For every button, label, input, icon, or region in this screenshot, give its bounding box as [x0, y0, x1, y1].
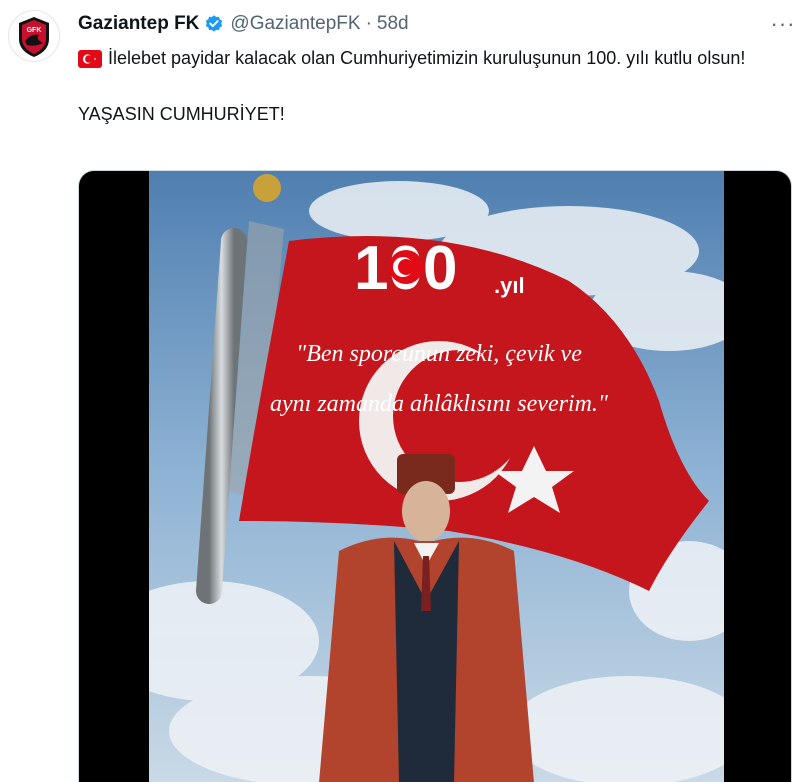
- quote-line1: "Ben sporcunun zeki, çevik ve: [296, 341, 582, 367]
- tweet-text-line2: YAŞASIN CUMHURİYET!: [78, 104, 285, 124]
- tweet-text: İlelebet payidar kalacak olan Cumhuriyet…: [78, 44, 778, 128]
- quote-line2: aynı zamanda ahlâklısını severim.": [270, 391, 609, 417]
- pole-finial: [253, 174, 281, 202]
- separator-dot: ·: [365, 13, 372, 34]
- turkey-flag-icon: [78, 50, 102, 68]
- author-name[interactable]: Gaziantep FK: [78, 13, 199, 35]
- media-image: 100 .yıl "Ben sporcunun zeki, çevik ve a…: [149, 171, 724, 782]
- author-handle[interactable]: @GaziantepFK: [230, 13, 360, 35]
- anniversary-suffix: .yıl: [494, 273, 525, 298]
- avatar[interactable]: GFK: [8, 10, 60, 62]
- tweet-media[interactable]: 100 .yıl "Ben sporcunun zeki, çevik ve a…: [78, 170, 792, 782]
- tweet-text-main: İlelebet payidar kalacak olan Cumhuriyet…: [108, 48, 746, 68]
- gaziantep-fk-logo-icon: GFK: [19, 17, 49, 57]
- more-options-icon[interactable]: ···: [768, 11, 798, 36]
- timestamp[interactable]: 58d: [377, 13, 409, 35]
- logo-text: GFK: [27, 27, 42, 34]
- verified-badge-icon[interactable]: [204, 14, 224, 34]
- tweet-header: Gaziantep FK @GaziantepFK · 58d: [78, 13, 409, 35]
- tweet-text-line1: İlelebet payidar kalacak olan Cumhuriyet…: [78, 44, 778, 72]
